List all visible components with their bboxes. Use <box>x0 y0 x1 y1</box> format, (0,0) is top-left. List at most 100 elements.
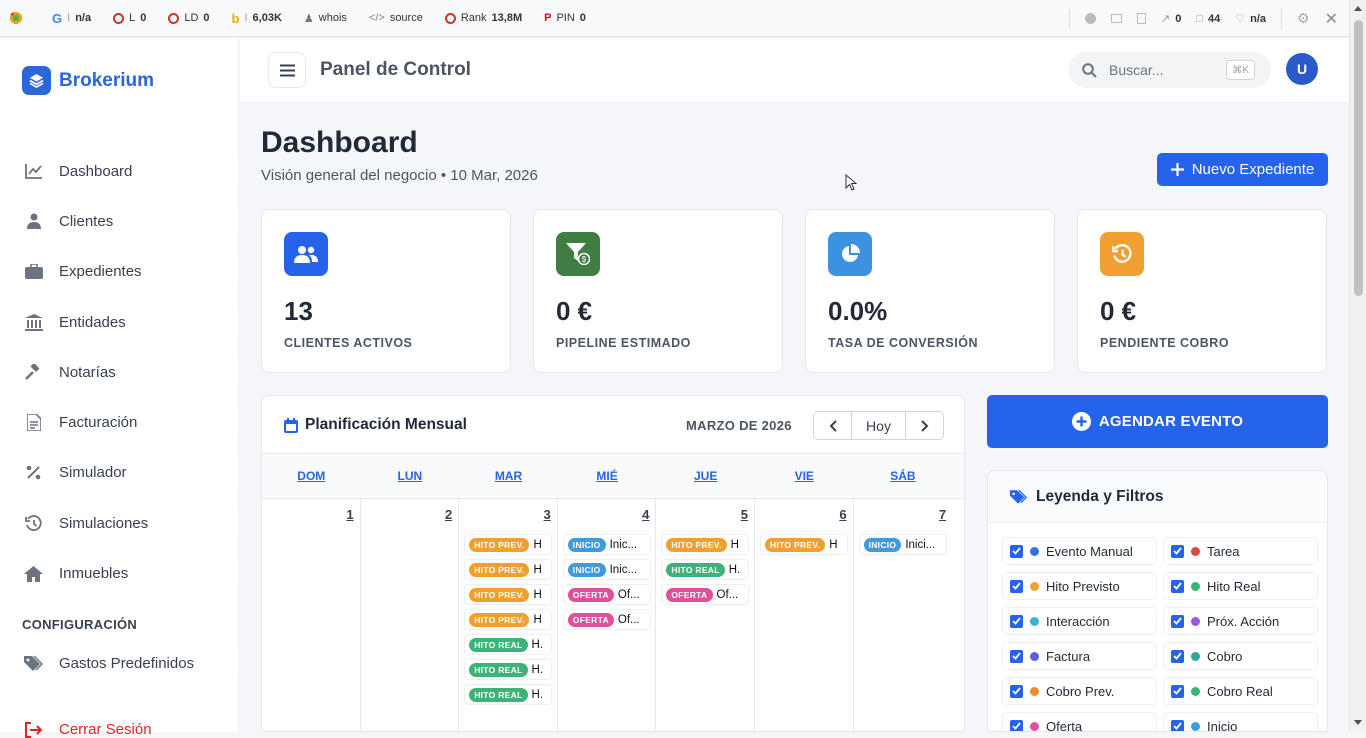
day-number[interactable]: 7 <box>939 507 946 522</box>
day-number[interactable]: 6 <box>839 507 846 522</box>
calendar-event[interactable]: OFERTA Of... <box>562 584 651 605</box>
calendar-day-cell[interactable]: 2 <box>361 499 460 731</box>
sidebar-item-notarias[interactable]: Notarías <box>0 347 250 397</box>
bing-item[interactable]: b I 6,03K <box>232 11 282 26</box>
logout-button[interactable]: Cerrar Sesión <box>24 721 152 738</box>
external-links-item[interactable]: ↗ 0 <box>1161 12 1181 26</box>
checkbox-checked-icon[interactable] <box>1171 614 1184 628</box>
weekday-label[interactable]: DOM <box>262 454 361 498</box>
pin-item[interactable]: P PIN 0 <box>544 12 586 24</box>
calendar-day-cell[interactable]: 3 HITO PREV. H HITO PREV. H HITO PREV. H HITO P… <box>459 499 558 731</box>
trust-item[interactable]: ♡ n/a <box>1235 12 1266 26</box>
calendar-event[interactable]: HITO REAL H. <box>464 634 553 655</box>
new-expediente-button[interactable]: Nuevo Expediente <box>1157 153 1328 186</box>
calendar-event[interactable]: OFERTA Of... <box>661 584 750 605</box>
calendar-event[interactable]: HITO PREV. H <box>759 534 848 555</box>
calendar-event[interactable]: HITO PREV. H <box>464 559 553 580</box>
calendar-day-cell[interactable]: 7 INICIO Inici... <box>854 499 953 731</box>
legend-filter-item[interactable]: Oferta <box>1002 712 1157 731</box>
checkbox-checked-icon[interactable] <box>1010 649 1023 663</box>
calendar-event[interactable]: OFERTA Of... <box>562 609 651 630</box>
checkbox-checked-icon[interactable] <box>1171 649 1184 663</box>
search-box[interactable]: ⌘K <box>1068 52 1271 88</box>
prev-month-button[interactable] <box>814 412 851 439</box>
checkbox-checked-icon[interactable] <box>1010 719 1023 731</box>
legend-filter-item[interactable]: Interacción <box>1002 607 1157 635</box>
calendar-event[interactable]: HITO REAL H. <box>661 559 750 580</box>
calendar-event[interactable]: HITO REAL H. <box>464 684 553 705</box>
rank-item[interactable]: Rank 13,8M <box>444 12 522 24</box>
close-icon[interactable]: ✕ <box>1325 9 1338 29</box>
day-number[interactable]: 4 <box>642 507 649 522</box>
checkbox-checked-icon[interactable] <box>1010 579 1023 593</box>
day-number[interactable]: 5 <box>741 507 748 522</box>
schedule-event-button[interactable]: AGENDAR EVENTO <box>987 395 1328 448</box>
calendar-day-cell[interactable]: 1 <box>262 499 361 731</box>
calendar-day-cell[interactable]: 6 HITO PREV. H <box>755 499 854 731</box>
checkbox-checked-icon[interactable] <box>1171 684 1184 698</box>
calendar-event[interactable]: HITO PREV. H <box>464 584 553 605</box>
calendar-day-cell[interactable]: 4 INICIO Inic... INICIO Inic... OFERTA Of... OF… <box>558 499 657 731</box>
weekday-label[interactable]: JUE <box>656 454 755 498</box>
calendar-event[interactable]: HITO REAL H. <box>464 659 553 680</box>
scroll-down-icon[interactable] <box>1354 720 1362 725</box>
brand[interactable]: Brokerium <box>22 66 154 95</box>
day-number[interactable]: 1 <box>346 507 353 522</box>
checkbox-checked-icon[interactable] <box>1171 579 1184 593</box>
sidebar-item-facturacion[interactable]: Facturación <box>0 397 250 447</box>
sidebar-item-entidades[interactable]: Entidades <box>0 297 250 347</box>
calendar-day-cell[interactable]: 5 HITO PREV. H HITO REAL H. OFERTA Of... <box>656 499 755 731</box>
sidebar-item-clientes[interactable]: Clientes <box>0 196 250 246</box>
legend-filter-item[interactable]: Tarea <box>1163 537 1318 565</box>
seoquake-logo-icon[interactable] <box>8 10 24 26</box>
calendar-event[interactable]: INICIO Inic... <box>562 534 651 555</box>
weekday-label[interactable]: MIÉ <box>558 454 657 498</box>
checkbox-checked-icon[interactable] <box>1010 614 1023 628</box>
source-item[interactable]: </> source <box>369 12 423 24</box>
today-button[interactable]: Hoy <box>851 412 906 439</box>
legend-filter-item[interactable]: Cobro Real <box>1163 677 1318 705</box>
vertical-scrollbar[interactable] <box>1349 0 1366 732</box>
weekday-label[interactable]: VIE <box>755 454 854 498</box>
checkbox-checked-icon[interactable] <box>1171 719 1184 731</box>
calendar-event[interactable]: HITO PREV. H <box>464 534 553 555</box>
search-input[interactable] <box>1109 62 1219 78</box>
calendar-event[interactable]: INICIO Inic... <box>562 559 651 580</box>
settings-gear-icon[interactable]: ⚙ <box>1297 10 1310 27</box>
sidebar-item-gastos[interactable]: Gastos Predefinidos <box>0 638 250 688</box>
weekday-label[interactable]: SÁB <box>854 454 953 498</box>
info-icon[interactable] <box>1085 13 1096 24</box>
legend-filter-item[interactable]: Evento Manual <box>1002 537 1157 565</box>
sidebar-item-simulaciones[interactable]: Simulaciones <box>0 498 250 548</box>
ld-item[interactable]: LD 0 <box>168 12 210 24</box>
weekday-label[interactable]: MAR <box>459 454 558 498</box>
checkbox-checked-icon[interactable] <box>1010 684 1023 698</box>
day-number[interactable]: 3 <box>544 507 551 522</box>
legend-filter-item[interactable]: Próx. Acción <box>1163 607 1318 635</box>
legend-filter-item[interactable]: Cobro <box>1163 642 1318 670</box>
legend-filter-item[interactable]: Cobro Prev. <box>1002 677 1157 705</box>
legend-filter-item[interactable]: Hito Previsto <box>1002 572 1157 600</box>
day-number[interactable]: 2 <box>445 507 452 522</box>
avatar[interactable]: U <box>1286 53 1318 85</box>
calendar-event[interactable]: HITO PREV. H <box>661 534 750 555</box>
next-month-button[interactable] <box>906 412 943 439</box>
scroll-up-icon[interactable] <box>1354 6 1362 11</box>
checkbox-checked-icon[interactable] <box>1171 544 1184 558</box>
menu-toggle-button[interactable] <box>268 52 306 88</box>
building-icon[interactable] <box>1137 13 1146 24</box>
legend-filter-item[interactable]: Factura <box>1002 642 1157 670</box>
l-item[interactable]: L0 <box>113 12 146 24</box>
sidebar-item-simulador[interactable]: Simulador <box>0 448 250 498</box>
legend-filter-item[interactable]: Inicio <box>1163 712 1318 731</box>
calendar-event[interactable]: HITO PREV. H <box>464 609 553 630</box>
sidebar-item-inmuebles[interactable]: Inmuebles <box>0 548 250 598</box>
monitor-icon[interactable] <box>1111 14 1122 23</box>
calendar-event[interactable]: INICIO Inici... <box>858 534 947 555</box>
whois-item[interactable]: ♟ whois <box>304 12 347 25</box>
legend-filter-item[interactable]: Hito Real <box>1163 572 1318 600</box>
sidebar-item-expedientes[interactable]: Expedientes <box>0 247 250 297</box>
google-index-item[interactable]: G In/a <box>52 11 91 26</box>
pages-item[interactable]: □ 44 <box>1196 13 1220 25</box>
scrollbar-thumb[interactable] <box>1354 20 1363 296</box>
